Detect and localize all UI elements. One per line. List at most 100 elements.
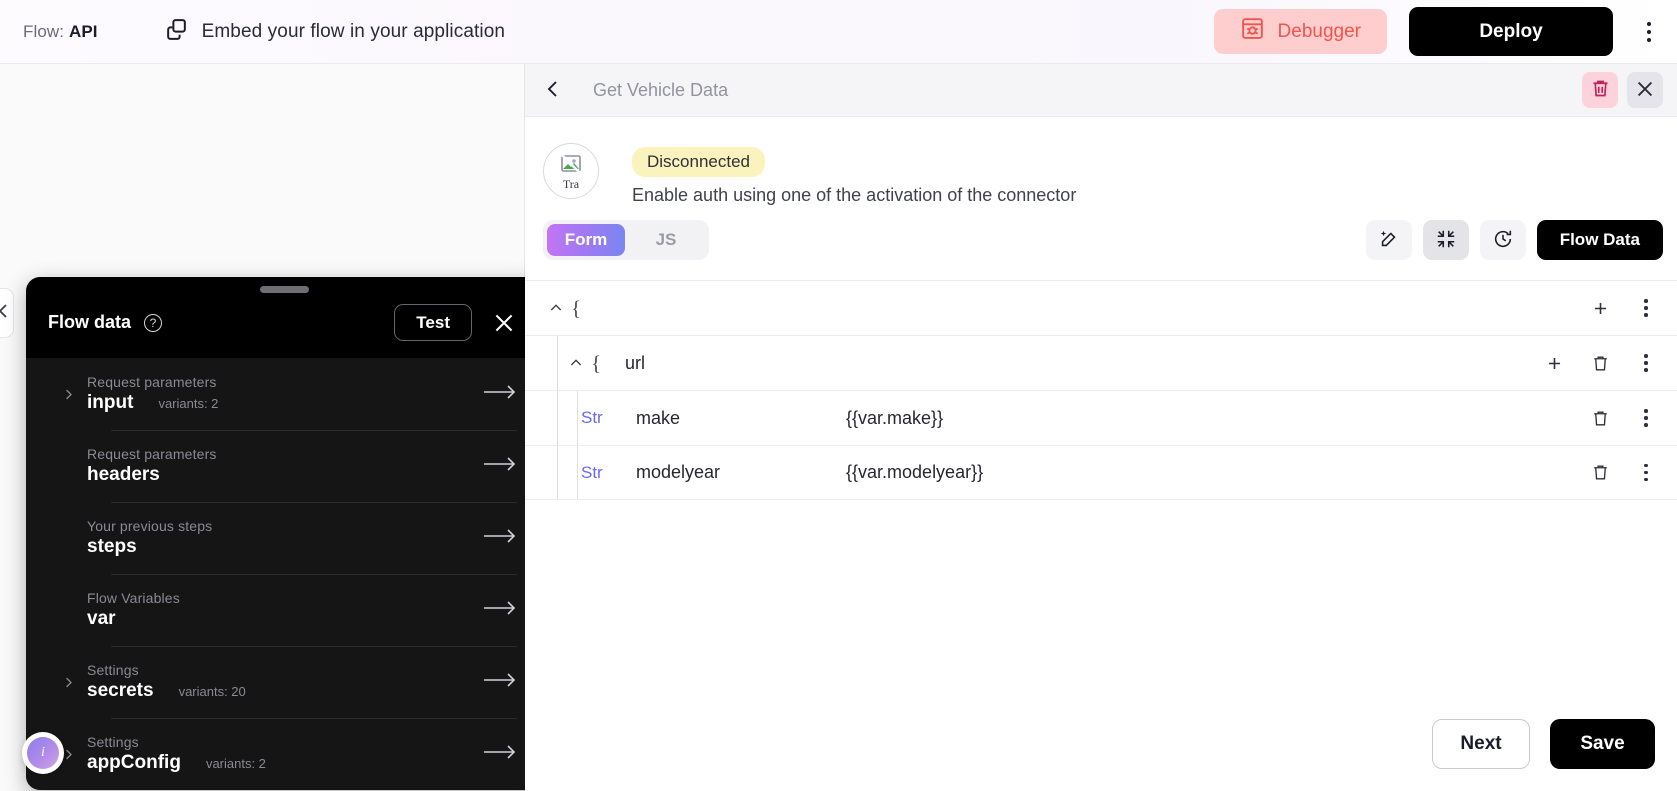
flow-data-item-secrets[interactable]: Settings secrets variants: 20 bbox=[50, 646, 543, 718]
flow-data-item-var[interactable]: Flow Variables var bbox=[50, 574, 543, 646]
top-bar-more-icon[interactable] bbox=[1627, 10, 1671, 54]
field-more-icon[interactable] bbox=[1635, 407, 1657, 429]
flow-data-list[interactable]: Request parameters input variants: 2 Reques… bbox=[26, 358, 543, 790]
flow-data-item-headers[interactable]: Request parameters headers bbox=[50, 430, 543, 502]
save-button[interactable]: Save bbox=[1550, 719, 1655, 769]
node-title: Get Vehicle Data bbox=[593, 79, 729, 100]
node-detail-panel: Get Vehicle Data Tra Disconnected Enable… bbox=[525, 64, 1677, 791]
item-name: steps bbox=[87, 536, 137, 557]
open-arrow-icon[interactable] bbox=[483, 455, 517, 478]
open-arrow-icon[interactable] bbox=[483, 599, 517, 622]
status-badge: Disconnected bbox=[632, 147, 766, 177]
close-flow-data-icon[interactable] bbox=[491, 310, 517, 336]
tab-form[interactable]: Form bbox=[547, 224, 625, 256]
editor-toolbar: Form JS Flow Data bbox=[525, 206, 1677, 260]
flow-data-button[interactable]: Flow Data bbox=[1536, 220, 1663, 260]
tab-js[interactable]: JS bbox=[627, 224, 705, 256]
flow-data-title: Flow data bbox=[48, 312, 132, 332]
field-type[interactable]: Str bbox=[581, 408, 636, 428]
add-group-property-icon[interactable] bbox=[1543, 352, 1565, 374]
flow-data-actions: Test bbox=[394, 304, 517, 341]
help-icon[interactable]: ? bbox=[144, 313, 163, 332]
group-key[interactable]: url bbox=[625, 353, 835, 374]
ai-magic-edit-button[interactable] bbox=[1365, 220, 1412, 260]
item-name: appConfig bbox=[87, 752, 181, 773]
test-button[interactable]: Test bbox=[394, 304, 472, 341]
flow-name: API bbox=[68, 21, 98, 41]
json-group-row-url[interactable]: { url bbox=[525, 335, 1677, 390]
collapse-root-icon[interactable] bbox=[541, 300, 571, 316]
delete-field-icon[interactable] bbox=[1589, 462, 1611, 484]
field-value[interactable]: {{var.make}} bbox=[846, 408, 943, 429]
item-category: Flow Variables bbox=[87, 590, 180, 606]
item-category: Settings bbox=[87, 734, 139, 750]
add-root-property-icon[interactable] bbox=[1589, 297, 1611, 319]
json-field-row[interactable]: Str modelyear {{var.modelyear}} bbox=[525, 445, 1677, 500]
connector-meta: Disconnected Enable auth using one of th… bbox=[632, 143, 1076, 206]
history-button[interactable] bbox=[1479, 220, 1526, 260]
back-button[interactable] bbox=[533, 70, 573, 110]
embed-flow-label: Embed your flow in your application bbox=[201, 20, 506, 42]
bug-debugger-icon bbox=[1240, 16, 1265, 47]
next-button[interactable]: Next bbox=[1432, 719, 1530, 769]
flow-data-panel: Flow data ? Test Request parameters input… bbox=[26, 277, 543, 790]
form-js-toggle: Form JS bbox=[543, 220, 709, 260]
editor-tool-buttons: Flow Data bbox=[1365, 220, 1663, 260]
embed-flow-action[interactable]: Embed your flow in your application bbox=[164, 17, 505, 47]
copy-embed-icon bbox=[164, 17, 189, 47]
root-more-icon[interactable] bbox=[1635, 297, 1657, 319]
info-fab-wrapper: i bbox=[22, 732, 64, 774]
trash-icon bbox=[1590, 78, 1611, 102]
debugger-button[interactable]: Debugger bbox=[1213, 9, 1387, 54]
delete-node-button[interactable] bbox=[1582, 72, 1618, 108]
root-brace: { bbox=[571, 295, 582, 320]
delete-group-icon[interactable] bbox=[1589, 352, 1611, 374]
info-icon[interactable]: i bbox=[27, 737, 59, 769]
deploy-button[interactable]: Deploy bbox=[1409, 7, 1613, 56]
item-name: secrets bbox=[87, 680, 154, 701]
item-variants: variants: 2 bbox=[158, 396, 219, 411]
open-arrow-icon[interactable] bbox=[483, 383, 517, 406]
expand-icon[interactable] bbox=[50, 675, 87, 690]
delete-field-icon[interactable] bbox=[1589, 407, 1611, 429]
clock-history-icon bbox=[1492, 228, 1514, 253]
flow-data-item-input[interactable]: Request parameters input variants: 2 bbox=[50, 358, 543, 430]
panel-drag-handle[interactable] bbox=[260, 286, 309, 293]
json-root-row[interactable]: { bbox=[525, 280, 1677, 335]
group-row-actions bbox=[1543, 352, 1657, 374]
flow-prefix: Flow: bbox=[23, 21, 65, 41]
field-key[interactable]: modelyear bbox=[636, 462, 846, 483]
item-category: Your previous steps bbox=[87, 518, 213, 534]
expand-icon[interactable] bbox=[50, 387, 87, 402]
tree-guide bbox=[557, 446, 558, 499]
field-type[interactable]: Str bbox=[581, 463, 636, 483]
chevron-left-icon bbox=[544, 78, 562, 103]
flow-label: Flow: API bbox=[23, 22, 98, 42]
item-name: headers bbox=[87, 464, 160, 485]
avatar-alt-text: Tra bbox=[562, 177, 580, 191]
collapse-group-icon[interactable] bbox=[561, 355, 591, 371]
tree-guide bbox=[557, 391, 558, 445]
connector-avatar: Tra bbox=[543, 143, 599, 199]
collapse-all-button[interactable] bbox=[1422, 220, 1469, 260]
field-more-icon[interactable] bbox=[1635, 462, 1657, 484]
tree-guide bbox=[577, 446, 578, 499]
open-arrow-icon[interactable] bbox=[483, 671, 517, 694]
flow-data-item-appConfig[interactable]: Settings appConfig variants: 2 bbox=[50, 718, 543, 790]
field-value[interactable]: {{var.modelyear}} bbox=[846, 462, 983, 483]
json-field-row[interactable]: Str make {{var.make}} bbox=[525, 390, 1677, 445]
close-panel-button[interactable] bbox=[1627, 72, 1663, 108]
group-more-icon[interactable] bbox=[1635, 352, 1657, 374]
open-arrow-icon[interactable] bbox=[483, 527, 517, 550]
flow-data-item-steps[interactable]: Your previous steps steps bbox=[50, 502, 543, 574]
flow-data-header: Flow data ? Test bbox=[26, 293, 543, 358]
collapse-sidebar-button[interactable] bbox=[0, 288, 14, 338]
item-name: input bbox=[87, 392, 134, 413]
open-arrow-icon[interactable] bbox=[483, 743, 517, 766]
field-key[interactable]: make bbox=[636, 408, 846, 429]
connector-block: Tra Disconnected Enable auth using one o… bbox=[525, 117, 1677, 206]
node-detail-header: Get Vehicle Data bbox=[525, 64, 1677, 117]
app-root: Flow: API Embed your flow in your applic… bbox=[0, 0, 1677, 791]
json-field-rows: Str make {{var.make}} Str modelyear {{var.mod… bbox=[525, 390, 1677, 500]
connector-note: Enable auth using one of the activation … bbox=[632, 185, 1077, 205]
